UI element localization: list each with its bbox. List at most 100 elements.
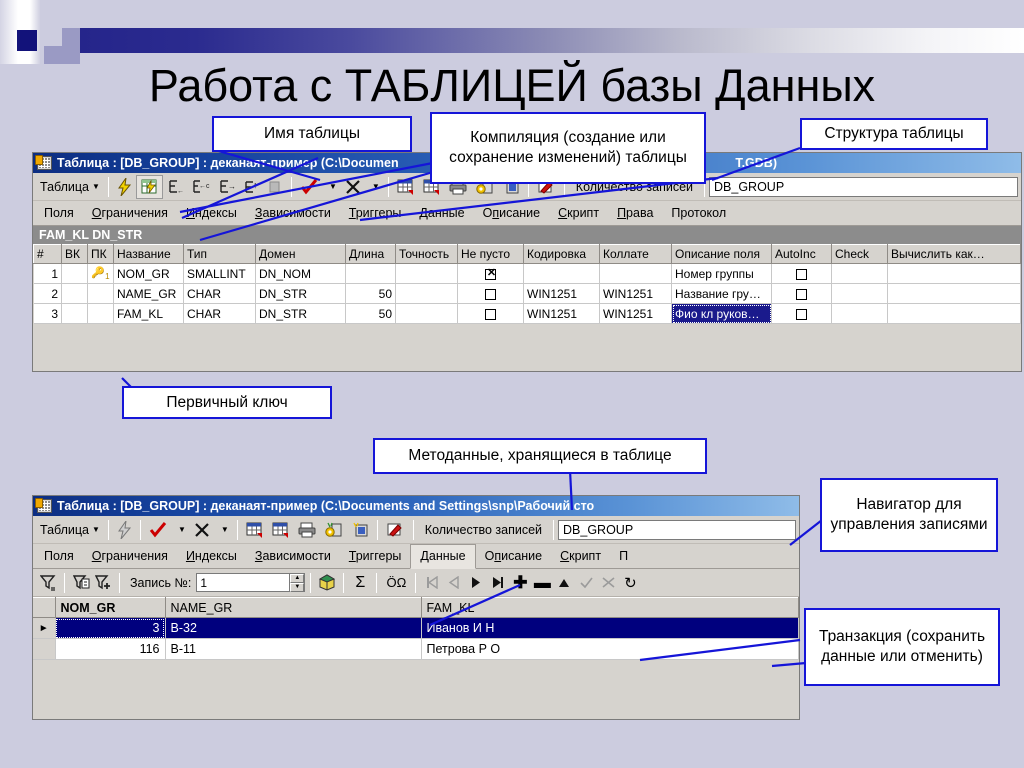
checkbox[interactable] (485, 288, 496, 300)
col-name-gr[interactable]: NAME_GR (165, 597, 422, 618)
prev-record-icon[interactable] (443, 572, 465, 594)
insert-record-icon[interactable]: ✚ (509, 572, 531, 594)
checkbox[interactable] (796, 308, 807, 320)
commit-dropdown-icon-2[interactable]: ▼ (171, 518, 190, 542)
rollback-x-icon-2[interactable] (190, 518, 214, 542)
first-record-icon[interactable] (421, 572, 443, 594)
stepper-up-icon[interactable]: ▲ (290, 574, 305, 583)
stepper-buttons[interactable]: ▲ ▼ (289, 574, 305, 592)
cell-pk[interactable] (87, 283, 114, 304)
record-navigator[interactable]: Запись №: ▲ ▼ Σ ÖΩ ✚ ▬ (33, 569, 799, 597)
col-charset[interactable]: Кодировка (523, 244, 600, 264)
cell-fam-kl[interactable]: Иванов И Н (421, 617, 799, 639)
cell-description[interactable]: Название гру… (671, 283, 772, 304)
tab-prava[interactable]: Права (608, 202, 662, 225)
insert-field-icon[interactable]: ←c (163, 175, 188, 199)
cell-charset[interactable]: WIN1251 (523, 303, 600, 324)
tab-zavisimosti-2[interactable]: Зависимости (246, 545, 340, 568)
filter-add-icon[interactable] (92, 572, 114, 594)
commit-check-icon-2[interactable] (145, 518, 171, 542)
cube-icon[interactable] (316, 572, 338, 594)
tab-indeksy[interactable]: Индексы (177, 202, 246, 225)
cell-number[interactable]: 1 (33, 263, 62, 284)
cell-fam-kl[interactable]: Петрова Р О (421, 638, 799, 660)
col-computed[interactable]: Вычислить как… (887, 244, 1021, 264)
checkbox[interactable] (796, 288, 807, 300)
filter-clear-icon[interactable] (37, 572, 59, 594)
grid-data-icon-2[interactable] (242, 518, 268, 542)
sigma-icon[interactable]: Σ (349, 572, 371, 594)
col-length[interactable]: Длина (345, 244, 396, 264)
record-number-input[interactable] (197, 574, 290, 591)
table-select-combo-2[interactable]: DB_GROUP (558, 519, 796, 540)
col-number[interactable]: # (33, 244, 62, 264)
cell-nom-gr[interactable]: 116 (55, 638, 166, 660)
col-fam-kl[interactable]: FAM_KL (421, 597, 799, 618)
cell-computed[interactable] (887, 303, 1021, 324)
structure-tabstrip[interactable]: Поля Ограничения Индексы Зависимости Три… (33, 201, 1021, 226)
cell-vk[interactable] (61, 263, 88, 284)
cell-charset[interactable] (523, 263, 600, 284)
cancel-record-icon[interactable] (597, 572, 619, 594)
tab-protokol[interactable]: Протокол (662, 202, 735, 225)
cell-vk[interactable] (61, 283, 88, 304)
col-check[interactable]: Check (831, 244, 888, 264)
row-indicator[interactable]: ► (33, 617, 56, 639)
cell-computed[interactable] (887, 263, 1021, 284)
table-row[interactable]: 1 🔑1NOM_GRSMALLINTDN_NOM Номер группы (33, 263, 1021, 284)
cell-collate[interactable]: WIN1251 (599, 303, 672, 324)
cell-length[interactable]: 50 (345, 303, 396, 324)
data-window-titlebar[interactable]: Таблица : [DB_GROUP] : деканаят-пример (… (33, 496, 799, 516)
grid-data-icon[interactable] (393, 175, 419, 199)
tab-skript-2[interactable]: Скрипт (551, 545, 610, 568)
col-pk[interactable]: ПК (87, 244, 114, 264)
cell-precision[interactable] (395, 263, 458, 284)
cell-name[interactable]: NAME_GR (113, 283, 184, 304)
grid-data-alt-icon-2[interactable] (268, 518, 294, 542)
lightning-icon-2[interactable] (113, 518, 136, 542)
cell-notnull[interactable] (457, 263, 524, 284)
col-precision[interactable]: Точность (395, 244, 458, 264)
insert-field-before-icon[interactable]: ←c (188, 175, 214, 199)
cell-check[interactable] (831, 303, 888, 324)
checkbox[interactable] (796, 268, 807, 280)
table-row[interactable]: ► 3 B-32 Иванов И Н (33, 617, 799, 639)
tab-triggery[interactable]: Триггеры (340, 202, 411, 225)
cell-charset[interactable]: WIN1251 (523, 283, 600, 304)
filter-list-icon[interactable] (70, 572, 92, 594)
cell-nom-gr[interactable]: 3 (55, 617, 166, 639)
next-record-icon[interactable] (465, 572, 487, 594)
row-indicator[interactable] (33, 638, 56, 660)
compile-table-icon[interactable] (135, 174, 163, 199)
col-name[interactable]: Название (113, 244, 184, 264)
cell-pk[interactable] (87, 303, 114, 324)
cell-type[interactable]: SMALLINT (183, 263, 256, 284)
tab-dannye[interactable]: Данные (410, 202, 473, 225)
col-collate[interactable]: Коллате (599, 244, 672, 264)
col-type[interactable]: Тип (183, 244, 256, 264)
cell-autoinc[interactable] (771, 283, 832, 304)
table-structure-window[interactable]: Таблица : [DB_GROUP] : деканаят-пример (… (32, 152, 1022, 372)
last-record-icon[interactable] (487, 572, 509, 594)
cell-number[interactable]: 3 (33, 303, 62, 324)
rollback-dropdown-icon[interactable]: ▼ (365, 175, 384, 199)
tab-skript[interactable]: Скрипт (549, 202, 608, 225)
col-vk[interactable]: ВК (61, 244, 88, 264)
cell-notnull[interactable] (457, 303, 524, 324)
post-record-icon[interactable] (575, 572, 597, 594)
append-field-icon[interactable]: → (214, 175, 239, 199)
cell-vk[interactable] (61, 303, 88, 324)
delete-record-icon[interactable]: ▬ (531, 572, 553, 594)
cell-name[interactable]: FAM_KL (113, 303, 184, 324)
lightning-icon[interactable] (113, 175, 136, 199)
settings-blue-icon-2[interactable] (347, 518, 373, 542)
cell-domain[interactable]: DN_STR (255, 283, 346, 304)
cell-notnull[interactable] (457, 283, 524, 304)
stepper-down-icon[interactable]: ▼ (290, 583, 305, 592)
cell-number[interactable]: 2 (33, 283, 62, 304)
cell-domain[interactable]: DN_NOM (255, 263, 346, 284)
table-row[interactable]: 3 FAM_KL CHAR DN_STR 50 WIN1251 WIN1251 Фио кл … (33, 303, 1021, 324)
cell-type[interactable]: CHAR (183, 283, 256, 304)
delete-field-icon[interactable] (263, 175, 287, 199)
settings-gold-icon-2[interactable] (321, 518, 347, 542)
